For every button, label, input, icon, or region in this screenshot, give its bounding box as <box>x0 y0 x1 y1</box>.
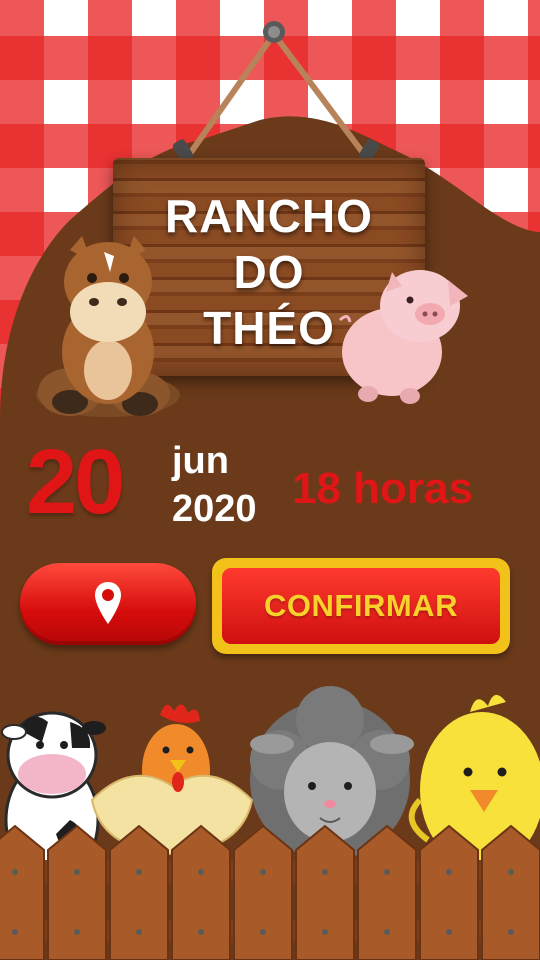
invitation-page: RANCHO DO THÉO 20 jun 2020 18 horas CONF… <box>0 0 540 960</box>
confirm-label: CONFIRMAR <box>264 588 458 623</box>
location-button[interactable] <box>20 563 196 645</box>
confirm-button[interactable]: CONFIRMAR <box>212 558 510 654</box>
sign-line-3: THÉO <box>203 302 335 354</box>
event-month: jun <box>172 440 229 482</box>
event-day: 20 <box>26 431 125 533</box>
sign-line-1: RANCHO <box>165 190 373 242</box>
map-pin-icon <box>95 582 121 624</box>
sign-line-2: DO <box>233 246 305 298</box>
event-year: 2020 <box>172 488 257 530</box>
event-time: 18 horas <box>292 464 473 513</box>
sign-title: RANCHO DO THÉO <box>113 188 425 356</box>
